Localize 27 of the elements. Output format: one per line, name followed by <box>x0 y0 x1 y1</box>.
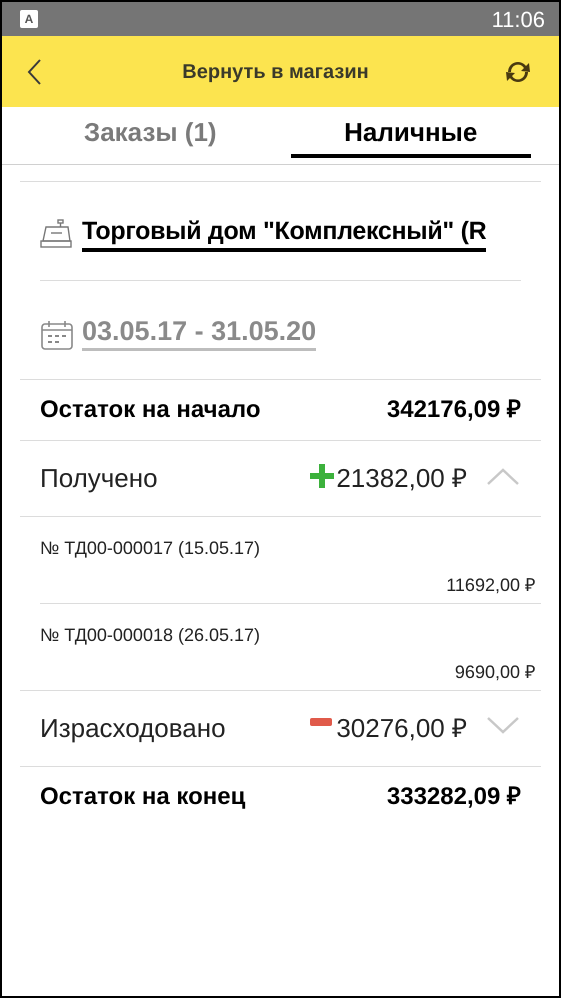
document-row[interactable]: № ТД00-000017 (15.05.17) 11692,00 ₽ <box>2 517 559 603</box>
document-amount: 9690,00 ₽ <box>454 661 535 684</box>
group-amount: 21382,00 ₽ <box>336 462 467 495</box>
calendar-icon <box>40 319 74 351</box>
plus-icon <box>310 464 334 488</box>
cash-register-icon <box>40 219 72 249</box>
document-row[interactable]: № ТД00-000018 (26.05.17) 9690,00 ₽ <box>2 604 559 690</box>
balance-amount: 333282,09 ₽ <box>386 782 521 812</box>
app-notification-icon: A <box>20 10 38 28</box>
store-select-field[interactable]: Торговый дом "Комплексный" (R <box>82 216 486 252</box>
minus-icon <box>310 718 332 726</box>
back-icon <box>26 58 42 86</box>
screen-title: Вернуть в магазин <box>181 60 370 84</box>
tab[interactable]: Заказы (1) <box>30 113 270 158</box>
status-time: 11:06 <box>492 6 545 34</box>
group-label: Израсходовано <box>40 712 227 745</box>
group-row[interactable]: Получено 21382,00 ₽ <box>2 441 559 516</box>
document-amount: 11692,00 ₽ <box>446 574 535 597</box>
document-number: № ТД00-000017 (15.05.17) <box>40 537 260 560</box>
balance-amount: 342176,09 ₽ <box>386 395 521 425</box>
tab[interactable]: Наличные <box>290 113 531 158</box>
group-label: Получено <box>40 462 159 495</box>
balance-label: Остаток на конец <box>40 782 246 812</box>
group-amount: 30276,00 ₽ <box>336 712 467 745</box>
document-number: № ТД00-000018 (26.05.17) <box>40 624 260 647</box>
balance-label: Остаток на начало <box>40 395 261 425</box>
group-row[interactable]: Израсходовано 30276,00 ₽ <box>2 691 559 766</box>
